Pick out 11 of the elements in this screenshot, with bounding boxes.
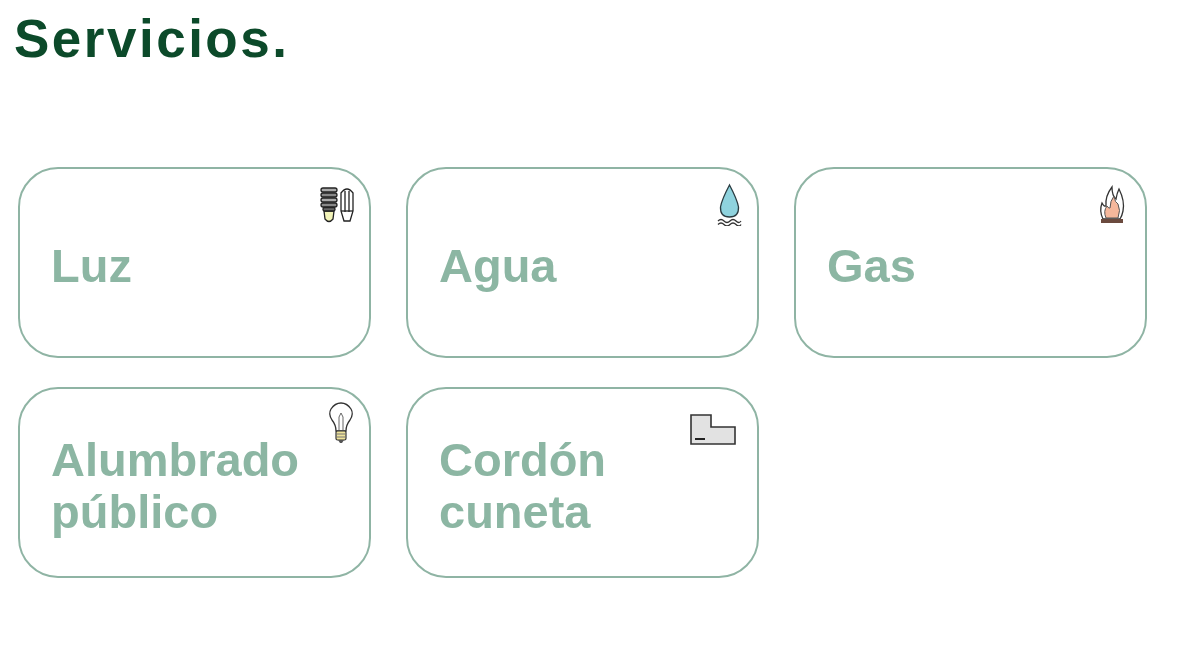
service-card[interactable]: Luz <box>18 167 371 358</box>
flame-icon <box>1098 183 1126 226</box>
service-card[interactable]: Cordón cuneta <box>406 387 759 578</box>
lightbulb-icon <box>327 401 355 445</box>
service-card[interactable]: Alumbrado público <box>18 387 371 578</box>
service-card[interactable]: Agua <box>406 167 759 358</box>
service-card[interactable]: Gas <box>794 167 1147 358</box>
curb-icon <box>689 413 737 446</box>
page-title: Servicios. <box>14 8 290 70</box>
bulbs-icon <box>318 185 355 224</box>
water-drop-icon <box>716 183 743 226</box>
